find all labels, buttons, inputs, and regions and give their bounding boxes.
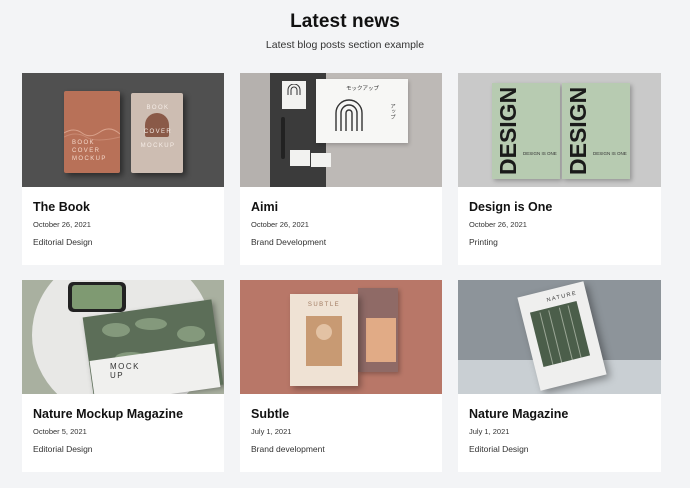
image-text: アップ [389,103,395,120]
image-text: モックアップ [346,86,380,92]
post-date: October 26, 2021 [251,220,309,229]
post-image[interactable]: モックアップ アップ [240,73,442,187]
image-text: BOOK [146,105,170,111]
image-text: DESIGN [565,86,591,176]
image-text: SUBTLE [307,302,341,308]
post-category: Brand Development [251,237,327,247]
image-text: COVER [143,129,173,135]
post-card[interactable]: MOCK UP Nature Mockup Magazine October 5… [22,280,224,472]
post-date: July 1, 2021 [251,427,292,436]
image-text: DESIGN IS ONE [593,151,627,156]
image-text: DESIGN [495,86,521,176]
post-category: Brand development [251,444,325,454]
post-date: October 26, 2021 [33,220,91,229]
post-image[interactable]: MOCK UP [22,280,224,394]
image-text: MOCKUP [140,143,176,149]
post-category: Editorial Design [33,444,93,454]
image-text: BOOK [72,140,95,146]
post-card[interactable]: モックアップ アップ Aimi October 26, 2021 Brand D… [240,73,442,265]
post-card[interactable]: NATURE Nature Magazine July 1, 2021 Edit… [458,280,661,472]
post-card[interactable]: DESIGN DESIGN DESIGN IS ONE DESIGN IS ON… [458,73,661,265]
post-card[interactable]: SUBTLE Subtle July 1, 2021 Brand develop… [240,280,442,472]
post-title[interactable]: Aimi [251,200,431,215]
post-image[interactable]: NATURE [458,280,661,394]
posts-grid: BOOK COVER MOCKUP BOOK COVER MOCKUP The … [22,73,661,472]
post-category: Editorial Design [33,237,93,247]
image-text: DESIGN IS ONE [523,151,557,156]
post-image[interactable]: DESIGN DESIGN DESIGN IS ONE DESIGN IS ON… [458,73,661,187]
post-title[interactable]: Design is One [469,200,650,215]
post-category: Editorial Design [469,444,529,454]
image-text: COVER [72,148,101,154]
post-date: October 5, 2021 [33,427,87,436]
post-card[interactable]: BOOK COVER MOCKUP BOOK COVER MOCKUP The … [22,73,224,265]
post-date: July 1, 2021 [469,427,510,436]
post-category: Printing [469,237,498,247]
image-text: UP [110,371,125,380]
section-subtitle: Latest blog posts section example [265,39,425,51]
post-title[interactable]: The Book [33,200,213,215]
post-title[interactable]: Nature Magazine [469,407,650,422]
section-title: Latest news [290,11,400,32]
post-image[interactable]: BOOK COVER MOCKUP BOOK COVER MOCKUP [22,73,224,187]
post-date: October 26, 2021 [469,220,527,229]
image-text: MOCKUP [72,156,107,162]
post-image[interactable]: SUBTLE [240,280,442,394]
image-text: MOCK [110,362,140,371]
post-title[interactable]: Subtle [251,407,431,422]
post-title[interactable]: Nature Mockup Magazine [33,407,213,422]
section-header: Latest news Latest blog posts section ex… [0,0,690,52]
